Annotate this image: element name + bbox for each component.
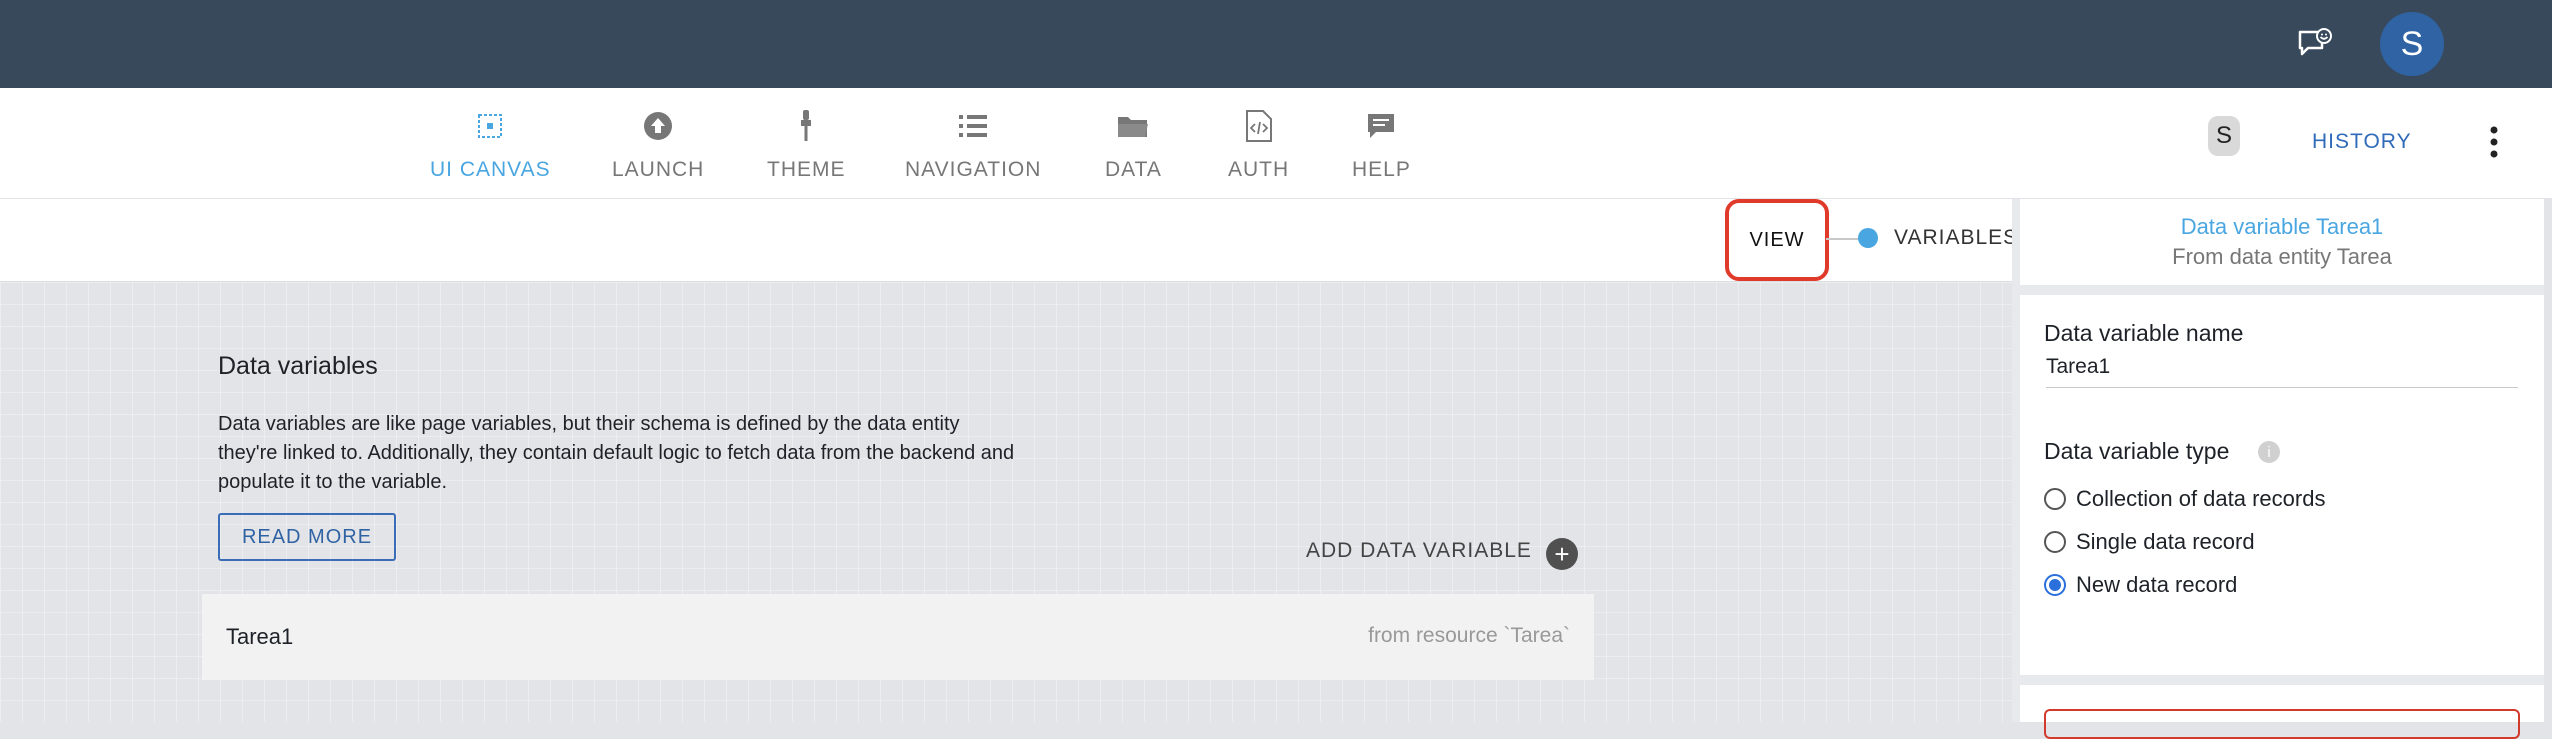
nav-label: HELP — [1352, 158, 1411, 181]
panel-divider — [2012, 199, 2020, 722]
nav-label: NAVIGATION — [905, 158, 1042, 181]
nav-launch[interactable]: LAUNCH — [612, 108, 704, 188]
top-bar: S — [0, 0, 2552, 88]
delete-button[interactable] — [2044, 709, 2520, 739]
radio-single[interactable]: Single data record — [2044, 529, 2255, 555]
auth-code-icon — [1241, 108, 1277, 144]
launch-icon — [640, 108, 676, 144]
nav-label: AUTH — [1228, 158, 1290, 181]
panel-subtitle: From data entity Tarea — [2172, 244, 2392, 269]
panel-body: Data variable name Tarea1 Data variable … — [2020, 295, 2544, 675]
nav-label: THEME — [767, 158, 846, 181]
view-toggle-bar — [0, 199, 2012, 282]
toggle-switch[interactable] — [1858, 228, 1878, 248]
chat-support-icon[interactable] — [2296, 26, 2336, 62]
section-description: Data variables are like page variables, … — [218, 413, 1015, 493]
list-item[interactable]: Tarea1 from resource `Tarea` — [202, 594, 1594, 680]
panel-footer — [2020, 685, 2544, 739]
radio-button[interactable] — [2044, 488, 2066, 510]
view-toggle-option[interactable]: VIEW — [1725, 199, 1829, 281]
folder-icon — [1115, 108, 1151, 144]
user-avatar[interactable]: S — [2380, 12, 2444, 76]
main-navigation: UI CANVAS LAUNCH THEME NAVIGATION DATA A… — [0, 88, 2552, 199]
nav-theme[interactable]: THEME — [767, 108, 846, 188]
panel-header: Data variable Tarea1 From data entity Ta… — [2020, 199, 2544, 285]
nav-navigation[interactable]: NAVIGATION — [905, 108, 1041, 188]
nav-auth[interactable]: AUTH — [1228, 108, 1289, 188]
read-more-button[interactable]: READ MORE — [218, 513, 396, 561]
nav-data[interactable]: DATA — [1105, 108, 1162, 188]
variable-source: from resource `Tarea` — [1368, 624, 1570, 647]
plus-icon[interactable]: + — [1546, 538, 1578, 570]
panel-title: Data variable Tarea1 — [2180, 214, 2384, 239]
nav-ui-canvas[interactable]: UI CANVAS — [430, 108, 551, 188]
add-data-variable-button[interactable]: ADD DATA VARIABLE — [1306, 539, 1532, 563]
nav-help[interactable]: HELP — [1352, 108, 1411, 188]
nav-label: UI CANVAS — [430, 158, 551, 181]
navigation-list-icon — [955, 108, 991, 144]
properties-panel: Data variable Tarea1 From data entity Ta… — [2020, 199, 2544, 739]
radio-label: Single data record — [2076, 529, 2255, 554]
variable-name-input[interactable]: Tarea1 — [2046, 355, 2518, 388]
history-button[interactable]: HISTORY — [2312, 130, 2412, 154]
radio-label: New data record — [2076, 572, 2238, 597]
radio-label: Collection of data records — [2076, 486, 2326, 511]
nav-label: LAUNCH — [612, 158, 705, 181]
more-options-icon[interactable] — [2486, 124, 2502, 160]
radio-collection[interactable]: Collection of data records — [2044, 486, 2325, 512]
collaborator-avatar[interactable]: S — [2208, 116, 2240, 156]
info-icon[interactable]: i — [2258, 441, 2280, 463]
nav-label: DATA — [1105, 158, 1162, 181]
help-chat-icon — [1363, 108, 1399, 144]
type-field-label: Data variable type — [2044, 438, 2230, 464]
variable-name: Tarea1 — [226, 624, 294, 649]
page-title: Data variables — [218, 352, 378, 380]
radio-new[interactable]: New data record — [2044, 572, 2237, 598]
radio-button[interactable] — [2044, 531, 2066, 553]
radio-button[interactable] — [2044, 574, 2066, 596]
name-field-label: Data variable name — [2044, 320, 2244, 346]
variables-toggle-option[interactable]: VARIABLES — [1894, 226, 2018, 250]
canvas-icon — [472, 108, 508, 144]
theme-brush-icon — [788, 108, 824, 144]
